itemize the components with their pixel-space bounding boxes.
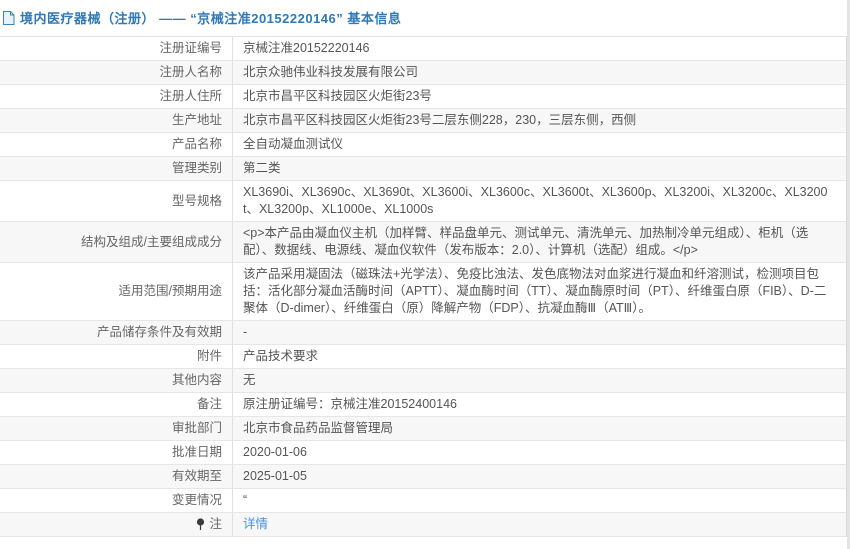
row-change-status: 变更情况 “ [0,489,846,513]
row-value: 2020-01-06 [232,441,846,464]
row-label: 注册证编号 [0,37,232,60]
row-structure-composition: 结构及组成/主要组成成分 <p>本产品由凝血仪主机（加样臂、样品盘单元、测试单元… [0,222,846,263]
row-value: XL3690i、XL3690c、XL3690t、XL3600i、XL3600c、… [232,181,846,221]
row-value: 原注册证编号：京械注准20152400146 [232,393,846,416]
row-value: 全自动凝血测试仪 [232,133,846,156]
row-value: 北京众驰伟业科技发展有限公司 [232,61,846,84]
row-label: 变更情况 [0,489,232,512]
row-label: 注 [0,513,232,536]
details-link[interactable]: 详情 [243,516,268,533]
registration-info-table: 注册证编号 京械注准20152220146 注册人名称 北京众驰伟业科技发展有限… [0,36,847,537]
row-label: 结构及组成/主要组成成分 [0,222,232,262]
medical-device-registration-page: 境内医疗器械（注册） —— “京械注准20152220146” 基本信息 注册证… [0,0,847,549]
row-label: 注册人名称 [0,61,232,84]
row-remarks: 备注 原注册证编号：京械注准20152400146 [0,393,846,417]
row-label: 附件 [0,345,232,368]
row-intended-use: 适用范围/预期用途 该产品采用凝固法（磁珠法+光学法）、免疫比浊法、发色底物法对… [0,263,846,321]
row-label: 审批部门 [0,417,232,440]
page-header: 境内医疗器械（注册） —— “京械注准20152220146” 基本信息 [0,0,847,36]
row-approval-department: 审批部门 北京市食品药品监督管理局 [0,417,846,441]
row-registrant-address: 注册人住所 北京市昌平区科技园区火炬街23号 [0,85,846,109]
row-value: 详情 [232,513,846,536]
row-value: <p>本产品由凝血仪主机（加样臂、样品盘单元、测试单元、清洗单元、加热制冷单元组… [232,222,846,262]
row-value: 北京市昌平区科技园区火炬街23号二层东侧228，230，三层东侧，西侧 [232,109,846,132]
row-value: 京械注准20152220146 [232,37,846,60]
row-value: 2025-01-05 [232,465,846,488]
pin-icon [196,518,205,531]
row-other-content: 其他内容 无 [0,369,846,393]
row-label: 有效期至 [0,465,232,488]
row-value: 该产品采用凝固法（磁珠法+光学法）、免疫比浊法、发色底物法对血浆进行凝血和纤溶测… [232,263,846,320]
row-note: 注 详情 [0,513,846,537]
row-attachment: 附件 产品技术要求 [0,345,846,369]
row-value: 北京市昌平区科技园区火炬街23号 [232,85,846,108]
row-label: 批准日期 [0,441,232,464]
row-value: 第二类 [232,157,846,180]
row-label: 生产地址 [0,109,232,132]
row-label: 备注 [0,393,232,416]
row-value: 北京市食品药品监督管理局 [232,417,846,440]
row-value: - [232,321,846,344]
row-label: 其他内容 [0,369,232,392]
row-label: 产品储存条件及有效期 [0,321,232,344]
row-value: 产品技术要求 [232,345,846,368]
row-model-specs: 型号规格 XL3690i、XL3690c、XL3690t、XL3600i、XL3… [0,181,846,222]
row-management-category: 管理类别 第二类 [0,157,846,181]
note-label: 注 [209,516,222,533]
row-registration-number: 注册证编号 京械注准20152220146 [0,37,846,61]
row-product-name: 产品名称 全自动凝血测试仪 [0,133,846,157]
row-value: “ [232,489,846,512]
row-label: 产品名称 [0,133,232,156]
row-value: 无 [232,369,846,392]
document-icon [2,11,15,25]
row-label: 型号规格 [0,181,232,221]
row-registrant-name: 注册人名称 北京众驰伟业科技发展有限公司 [0,61,846,85]
row-storage-conditions: 产品储存条件及有效期 - [0,321,846,345]
row-label: 注册人住所 [0,85,232,108]
page-title: 境内医疗器械（注册） —— “京械注准20152220146” 基本信息 [20,8,401,27]
row-approval-date: 批准日期 2020-01-06 [0,441,846,465]
row-label: 管理类别 [0,157,232,180]
row-valid-until: 有效期至 2025-01-05 [0,465,846,489]
row-production-address: 生产地址 北京市昌平区科技园区火炬街23号二层东侧228，230，三层东侧，西侧 [0,109,846,133]
row-label: 适用范围/预期用途 [0,263,232,320]
